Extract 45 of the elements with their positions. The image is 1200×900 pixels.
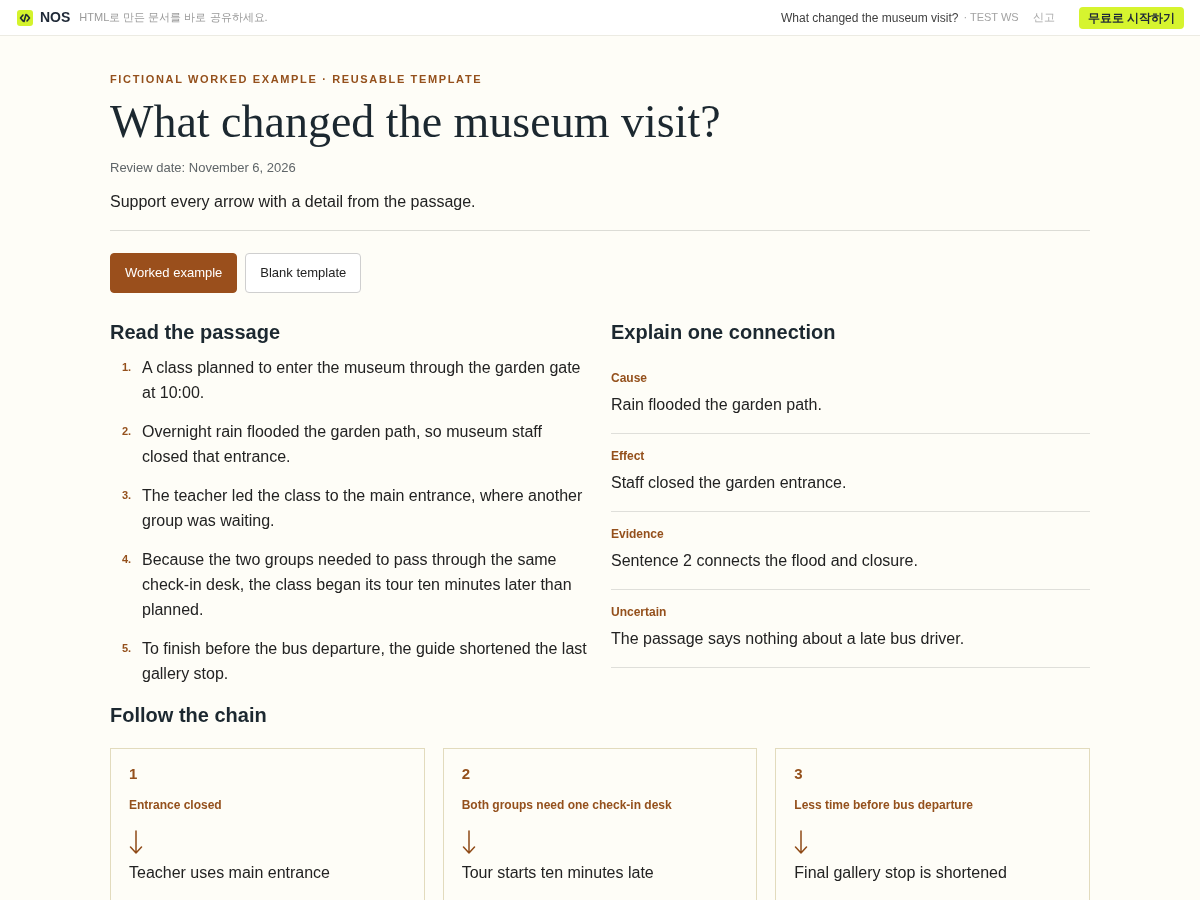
passage-sentence: A class planned to enter the museum through the garden gate at 10:00. (142, 358, 582, 403)
list-number: 5. (121, 641, 133, 656)
field-value: Staff closed the garden entrance. (611, 473, 848, 493)
field-value: Rain flooded the garden path. (611, 395, 823, 415)
step-cause: Entrance closed (129, 797, 223, 813)
code-icon (17, 9, 33, 26)
start-free-button[interactable]: 무료로 시작하기 (1078, 6, 1184, 29)
field-value: The passage says nothing about a late bus driver. (611, 629, 966, 649)
page-title: What changed the museum visit? (110, 96, 722, 148)
field-value: Sentence 2 connects the flood and closure. (611, 551, 919, 571)
field-label: Effect (611, 448, 646, 464)
tagline: HTML로 만든 문서를 바로 공유하세요. (79, 10, 268, 26)
section-heading: Explain one connection (611, 320, 837, 345)
review-date: Review date: November 6, 2026 (110, 159, 297, 177)
passage-sentence: To finish before the bus departure, the guide shortened the last gallery stop. (142, 639, 588, 684)
eyebrow-label: FICTIONAL WORKED EXAMPLE · REUSABLE TEMPLATE (110, 72, 484, 86)
step-effect: Tour starts ten minutes late (461, 863, 655, 883)
passage-sentence: Overnight rain flooded the garden path, so museum staff closed that entrance. (142, 422, 543, 467)
section-heading: Follow the chain (110, 703, 268, 728)
step-cause: Both groups need one check-in desk (461, 797, 673, 813)
step-number: 2 (461, 764, 471, 784)
list-number: 4. (121, 552, 133, 567)
list-number: 2. (121, 424, 133, 439)
list-number: 3. (121, 488, 133, 503)
section-heading: Read the passage (110, 320, 282, 345)
field-label: Uncertain (611, 604, 668, 620)
field-label: Cause (611, 370, 649, 386)
passage-sentence: The teacher led the class to the main entrance, where another group was waiting. (142, 486, 584, 531)
step-number: 3 (794, 764, 804, 784)
step-cause: Less time before bus departure (794, 797, 975, 813)
document-title: What changed the museum visit? (781, 9, 959, 27)
brand-name: NOS (40, 8, 71, 27)
step-number: 1 (129, 764, 139, 784)
passage-sentence: Because the two groups needed to pass through the same check-in desk, the class began its tour ten minutes later than planned. (142, 550, 573, 620)
step-effect: Final gallery stop is shortened (794, 863, 1008, 883)
down-arrow-icon (794, 830, 809, 854)
workspace-label: · TEST WS (963, 10, 1019, 26)
instruction-text: Support every arrow with a detail from the passage. (110, 192, 477, 212)
step-effect: Teacher uses main entrance (129, 863, 331, 883)
list-number: 1. (121, 360, 133, 375)
view-tab[interactable]: Blank template (245, 253, 362, 293)
field-label: Evidence (611, 526, 665, 542)
down-arrow-icon (129, 830, 143, 854)
down-arrow-icon (461, 830, 476, 854)
view-tab[interactable]: Worked example (110, 253, 238, 293)
